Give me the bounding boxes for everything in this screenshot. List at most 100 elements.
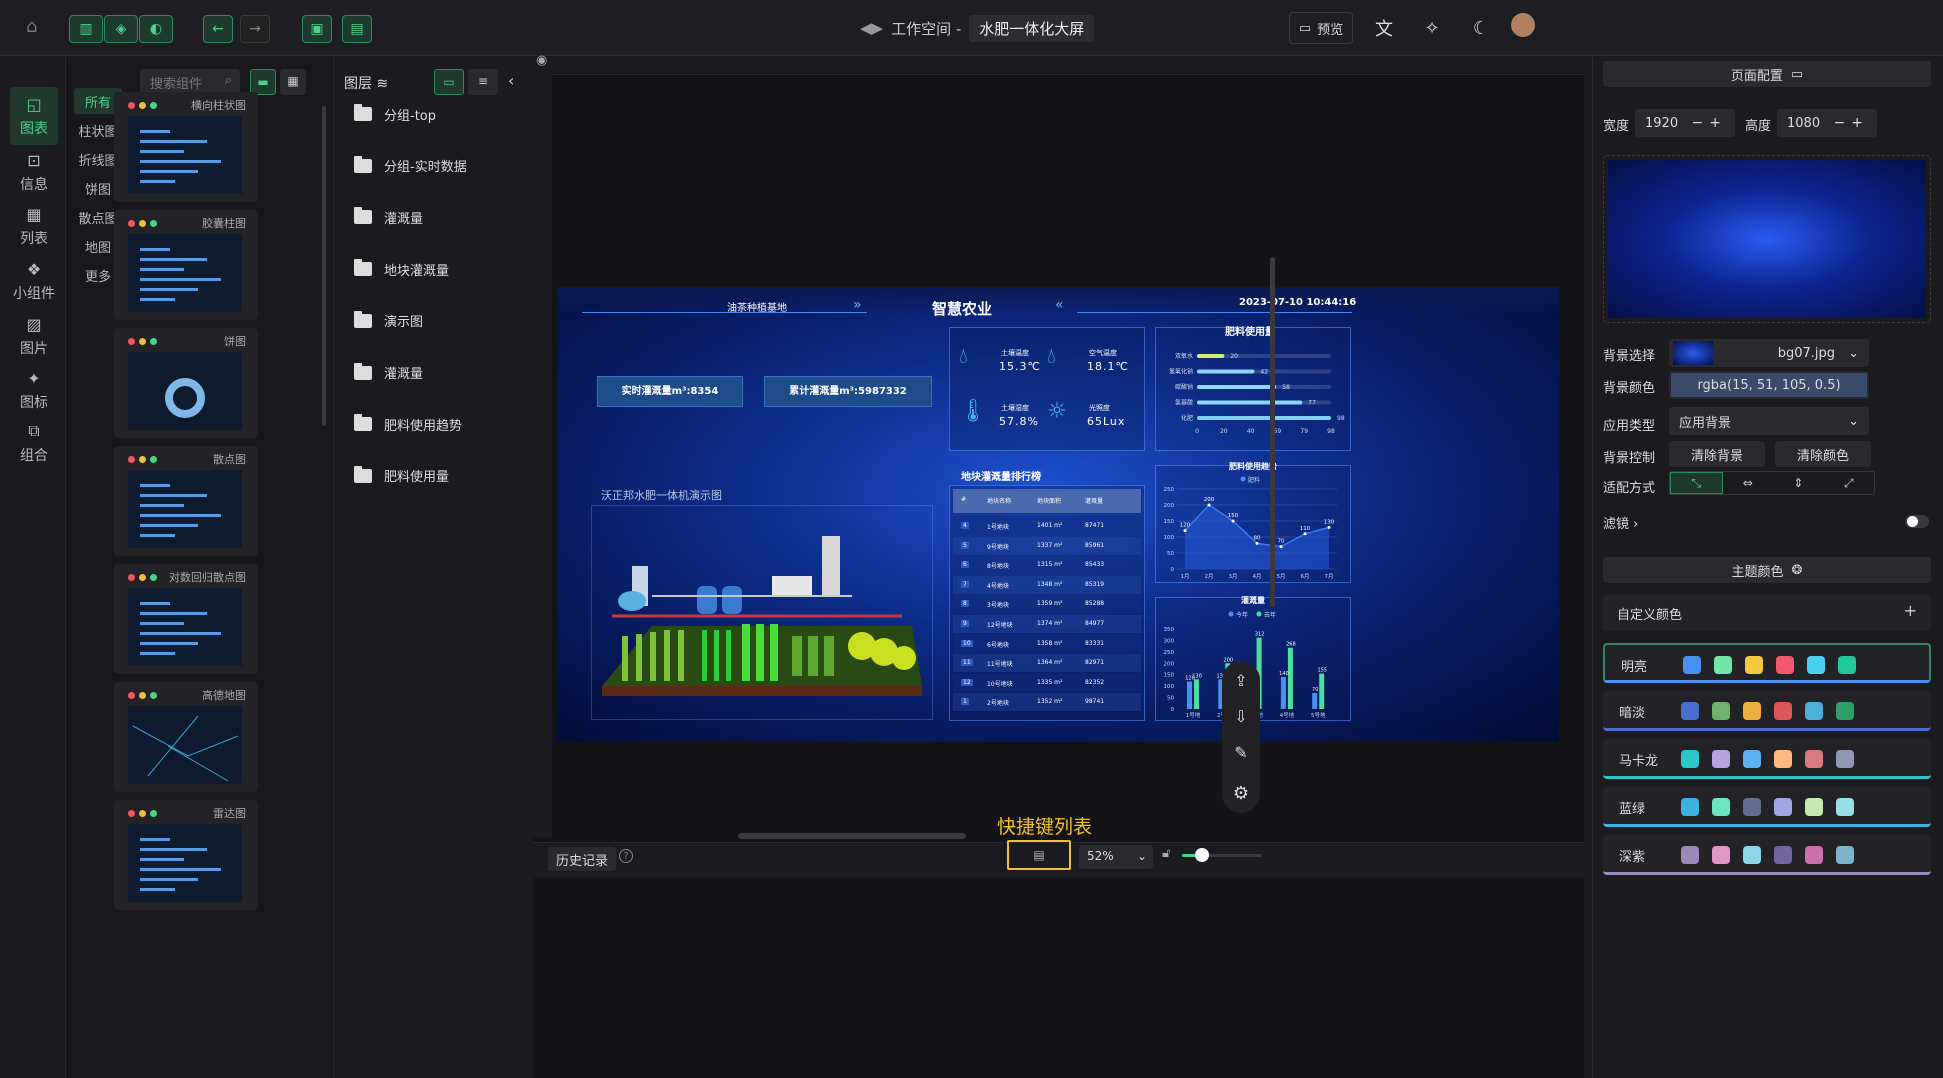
layer-item[interactable]: 肥料使用量 xyxy=(354,464,449,488)
canvas-v-scrollbar[interactable] xyxy=(1270,257,1275,607)
chart-toggle-button[interactable]: ▥ xyxy=(69,15,103,43)
width-stepper[interactable]: −+ xyxy=(1692,115,1727,131)
theme-row[interactable]: 暗淡 xyxy=(1603,691,1931,731)
shortcut-button[interactable]: ▤ xyxy=(1007,840,1071,870)
fit-auto-icon[interactable]: ⤡ xyxy=(1670,472,1723,494)
window-dots xyxy=(128,810,157,817)
config-toggle-button[interactable]: ◐ xyxy=(139,15,173,43)
theme-row[interactable]: 蓝绿 xyxy=(1603,787,1931,827)
table-cell: 1348 m² xyxy=(1037,580,1063,588)
nav-item-widget[interactable]: ❖ 小组件 xyxy=(10,252,58,310)
nav-item-table[interactable]: ▦ 列表 xyxy=(10,197,58,255)
trend-point xyxy=(1231,519,1235,523)
dashboard-board[interactable]: 油茶种植基地 » 智慧农业 « 2023-07-10 10:44:16 实时灌溉… xyxy=(557,287,1559,742)
canvas-h-scrollbar[interactable] xyxy=(738,833,966,839)
custom-color-row[interactable]: 自定义颜色 + xyxy=(1603,595,1931,631)
layer-thumb-view-button[interactable]: ▭ xyxy=(434,69,464,95)
drop-icon: ◐ xyxy=(149,21,163,37)
component-card[interactable]: 横向柱状图 xyxy=(114,92,258,202)
component-card[interactable]: 散点图 xyxy=(114,446,258,556)
moon-icon[interactable]: ☾ xyxy=(1467,12,1495,44)
nav-item-info[interactable]: ⊡ 信息 xyxy=(10,143,58,201)
translate-icon[interactable]: 文 xyxy=(1370,12,1398,44)
component-card[interactable]: 雷达图 xyxy=(114,800,258,910)
component-card[interactable]: 对数回归散点图 xyxy=(114,564,258,674)
width-input[interactable]: 1920 −+ xyxy=(1635,109,1735,137)
layer-toggle-button[interactable]: ◈ xyxy=(104,15,138,43)
layer-item[interactable]: 灌溉量 xyxy=(354,361,423,385)
undo-button[interactable]: ← xyxy=(203,15,233,43)
filter-toggle[interactable] xyxy=(1905,515,1929,528)
apply-type-select[interactable]: 应用背景 ⌄ xyxy=(1669,407,1869,435)
layer-item[interactable]: 肥料使用趋势 xyxy=(354,412,462,436)
dot xyxy=(150,220,157,227)
magic-wand-icon[interactable]: ✧ xyxy=(1418,12,1446,44)
upload-icon[interactable]: ⇪ xyxy=(1230,671,1252,693)
clear-bg-button[interactable]: 清除背景 xyxy=(1669,441,1765,467)
bg-select[interactable]: bg07.jpg ⌄ xyxy=(1669,339,1869,367)
trend-point xyxy=(1255,541,1259,545)
layout-button[interactable]: ▤ xyxy=(342,15,372,43)
table-cell: 85961 xyxy=(1085,541,1105,549)
tick-label: 79 xyxy=(1300,428,1308,435)
project-name[interactable]: 水肥一体化大屏 xyxy=(969,14,1095,42)
y-tick-label: 150 xyxy=(1164,673,1175,679)
download-icon[interactable]: ⇩ xyxy=(1230,707,1252,729)
sun-icon: ☼ xyxy=(1047,399,1067,424)
component-scrollbar[interactable] xyxy=(322,106,326,426)
redo-button[interactable]: → xyxy=(240,15,270,43)
page-config-header: 页面配置 ▭ xyxy=(1603,61,1931,87)
bg-color-input[interactable]: rgba(15, 51, 105, 0.5) xyxy=(1669,371,1869,399)
eye-icon[interactable]: ◉ xyxy=(536,53,547,68)
color-swatch xyxy=(1807,656,1825,674)
color-swatch xyxy=(1774,702,1792,720)
layer-item[interactable]: 演示图 xyxy=(354,309,423,333)
component-card[interactable]: 饼图 xyxy=(114,328,258,438)
fit-height-icon[interactable]: ⇕ xyxy=(1773,472,1824,494)
save-button[interactable]: ▣ xyxy=(302,15,332,43)
folder-icon xyxy=(354,310,372,328)
fit-full-icon[interactable]: ⤢ xyxy=(1824,472,1875,494)
layer-list-view-button[interactable]: ≡ xyxy=(468,69,498,95)
help-icon[interactable]: ? xyxy=(619,849,633,863)
nav-item-label: 小组件 xyxy=(13,285,55,302)
zoom-slider-thumb[interactable] xyxy=(1195,848,1209,862)
fit-width-icon[interactable]: ⇔ xyxy=(1723,472,1774,494)
height-stepper[interactable]: −+ xyxy=(1834,115,1869,131)
history-button[interactable]: 历史记录 xyxy=(548,847,617,871)
grid-view-button[interactable]: ▦ xyxy=(280,69,306,95)
layer-item[interactable]: 灌溉量 xyxy=(354,205,423,229)
height-input[interactable]: 1080 −+ xyxy=(1777,109,1877,137)
home-icon[interactable]: ⌂ xyxy=(26,16,37,37)
component-card[interactable]: 胶囊柱图 xyxy=(114,210,258,320)
lock-icon[interactable]: 🔓︎ xyxy=(1162,846,1170,861)
theme-row[interactable]: 明亮 xyxy=(1603,643,1931,683)
bg-preview[interactable] xyxy=(1603,155,1931,323)
color-swatch xyxy=(1805,702,1823,720)
layer-item[interactable]: 地块灌溉量 xyxy=(354,257,449,281)
collapse-icon[interactable]: ‹ xyxy=(508,71,514,90)
color-swatch xyxy=(1743,846,1761,864)
theme-row[interactable]: 深紫 xyxy=(1603,835,1931,875)
component-card[interactable]: 高德地图 xyxy=(114,682,258,792)
folder-icon xyxy=(354,362,372,380)
save-icon: ▣ xyxy=(310,21,324,37)
nav-item-star[interactable]: ✦ 图标 xyxy=(10,361,58,419)
nav-item-combo[interactable]: ⧉ 组合 xyxy=(10,414,58,472)
preview-button[interactable]: ▭ 预览 xyxy=(1289,12,1353,44)
plus-icon[interactable]: + xyxy=(1904,601,1917,620)
bar-label: 130 xyxy=(1192,673,1202,679)
layer-item[interactable]: 分组-实时数据 xyxy=(354,154,467,178)
layer-item[interactable]: 分组-top xyxy=(354,102,436,126)
nav-item-chart[interactable]: ◱ 图表 xyxy=(10,87,58,145)
point-label: 200 xyxy=(1204,497,1215,503)
nav-item-image[interactable]: ▨ 图片 xyxy=(10,307,58,365)
filter-label[interactable]: 滤镜 › xyxy=(1603,513,1638,532)
edit-icon[interactable]: ✎ xyxy=(1230,743,1252,765)
settings-gear-icon[interactable]: ⚙ xyxy=(1222,775,1260,813)
theme-row[interactable]: 马卡龙 xyxy=(1603,739,1931,779)
clear-color-button[interactable]: 清除颜色 xyxy=(1775,441,1871,467)
avatar[interactable] xyxy=(1511,13,1535,37)
trend-point xyxy=(1183,529,1187,533)
zoom-select[interactable]: 52% ⌄ xyxy=(1079,845,1153,869)
